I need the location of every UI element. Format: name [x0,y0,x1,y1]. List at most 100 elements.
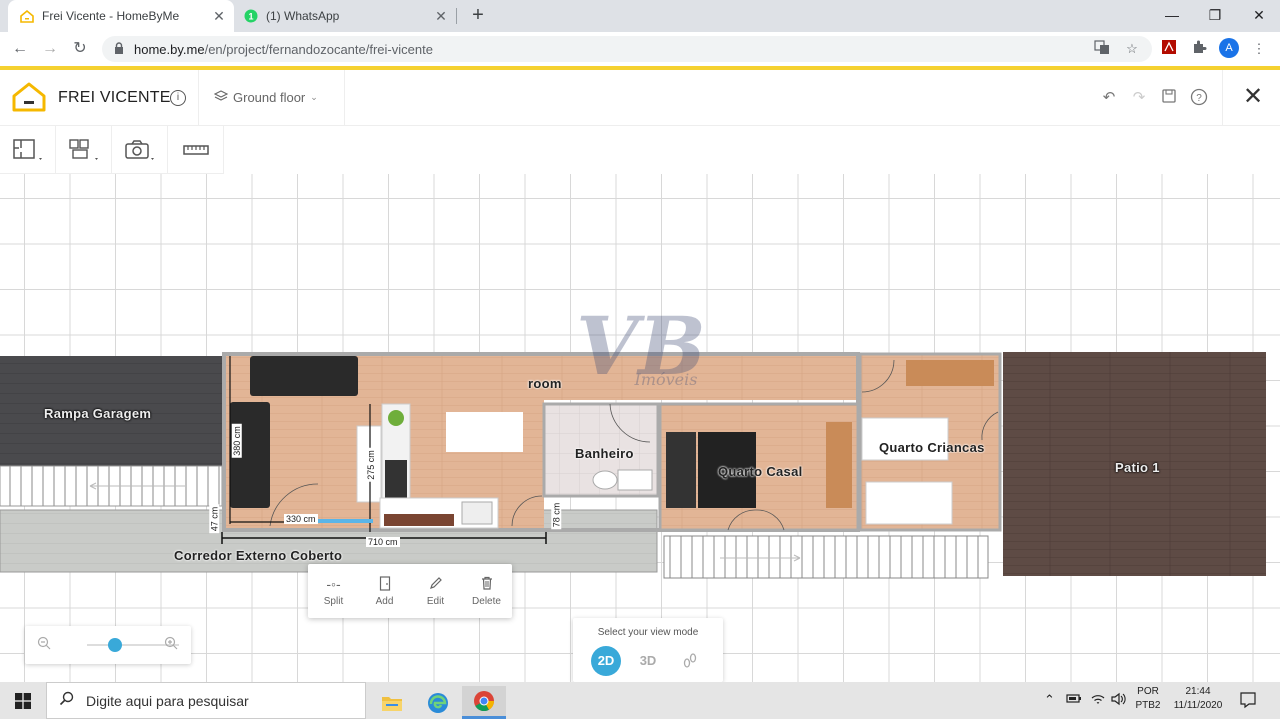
tray-overflow-chevron-icon[interactable]: ⌃ [1044,692,1055,708]
notification-center-icon[interactable] [1238,690,1258,710]
draw-walls-tool[interactable] [0,126,56,174]
input-language[interactable]: POR PTB2 [1134,685,1162,713]
zoom-in-icon[interactable] [162,636,180,654]
undo-icon[interactable]: ↶ [1099,88,1119,108]
view-mode-panel: Select your view mode 2D 3D [573,618,723,682]
header-divider [344,70,345,126]
measure-tool[interactable] [168,126,224,174]
browser-toolbar: ← → ↻ home.by.me/en/project/fernandozoca… [0,32,1280,66]
dimension-label: 710 cm [366,537,400,547]
dimension-label: 275 cm [365,448,376,482]
zoom-out-icon[interactable] [35,636,53,654]
system-clock[interactable]: 21:44 11/11/2020 [1168,685,1228,713]
language-code: POR [1137,686,1159,697]
view-3d-button[interactable]: 3D [633,646,663,676]
ruler-icon [183,145,209,155]
keyboard-layout: PTB2 [1135,700,1161,711]
chrome-menu-icon[interactable]: ⋮ [1249,39,1269,59]
info-icon[interactable]: i [170,90,186,106]
close-window-button[interactable]: ✕ [1245,4,1273,26]
tab-separator [456,8,457,24]
app-header: FREI VICENTE i Ground floor ⌄ ↶ ↷ ? ✕ [0,70,1280,126]
battery-icon[interactable] [1066,692,1082,707]
profile-avatar[interactable]: A [1219,38,1239,58]
room-label-patio[interactable]: Patio 1 [1115,460,1160,475]
windows-taskbar: Digite aqui para pesquisar ⌃ POR PTB2 21… [0,682,1280,719]
camera-tool[interactable] [112,126,168,174]
close-editor-icon[interactable]: ✕ [1240,84,1266,110]
help-icon[interactable]: ? [1189,88,1209,108]
dimension-label: 330 cm [284,514,318,524]
bookmark-star-icon[interactable]: ☆ [1122,39,1142,59]
lock-icon [114,41,124,57]
pdf-extension-icon[interactable] [1159,39,1179,59]
floor-label: Ground floor [233,90,306,105]
split-button[interactable]: -◦- Split [308,564,359,618]
add-door-icon [379,575,391,592]
clock-time: 21:44 [1185,686,1211,697]
file-explorer-icon[interactable] [370,686,414,719]
room-label-banheiro[interactable]: Banheiro [575,446,634,461]
tab-homebyme[interactable]: Frei Vicente - HomeByMe ✕ [8,0,234,32]
dimension-label: 47 cm [209,504,220,534]
tab-title: (1) WhatsApp [266,9,340,23]
volume-icon[interactable] [1110,692,1128,709]
dimension-label: 78 cm [551,500,562,530]
floorplan-canvas[interactable]: Rampa Garagem room Banheiro Quarto Casal… [0,174,1280,682]
clock-date: 11/11/2020 [1173,700,1223,711]
zoom-slider-handle[interactable] [107,638,122,652]
taskbar-search-box[interactable]: Digite aqui para pesquisar [46,682,366,719]
windows-start-icon[interactable] [0,682,46,719]
walkthrough-footsteps-icon[interactable] [675,646,705,676]
delete-button[interactable]: Delete [461,564,512,618]
save-icon[interactable] [1159,88,1179,108]
redo-icon[interactable]: ↷ [1129,88,1149,108]
header-divider [198,70,199,126]
minimize-window-button[interactable]: — [1158,4,1186,26]
tab-title: Frei Vicente - HomeByMe [42,9,180,23]
floor-selector[interactable]: Ground floor ⌄ [213,90,318,105]
room-label-quarto-criancas[interactable]: Quarto Criancas [879,440,985,455]
whatsapp-favicon-icon: 1 [244,9,258,23]
translate-icon[interactable] [1092,39,1112,59]
wall-context-menu: -◦- Split Add Edit Delete [308,564,512,618]
edit-label: Edit [426,595,445,607]
view-2d-button[interactable]: 2D [591,646,621,676]
chrome-browser-icon[interactable] [462,686,506,719]
url-path: /en/project/fernandozocante/frei-vicente [204,41,433,57]
pencil-icon [429,576,443,592]
search-icon [59,691,74,710]
new-tab-button[interactable]: + [466,4,490,28]
url-host: home.by.me [134,41,205,57]
back-button[interactable]: ← [9,38,31,60]
delete-label: Delete [472,595,501,607]
split-icon: -◦- [326,575,341,592]
svg-text:?: ? [1196,93,1202,104]
close-tab-icon[interactable]: ✕ [208,8,230,25]
wifi-icon[interactable] [1090,692,1106,709]
editor-toolbar [0,126,224,174]
add-button[interactable]: Add [359,564,410,618]
header-divider [1222,70,1223,126]
reload-button[interactable]: ↻ [69,38,91,60]
zoom-control [25,626,191,664]
address-bar[interactable]: home.by.me/en/project/fernandozocante/fr… [102,36,1152,62]
edit-button[interactable]: Edit [410,564,461,618]
forward-button[interactable]: → [39,38,61,60]
dimension-label: 380 cm [231,424,242,458]
project-title[interactable]: FREI VICENTE [58,89,171,107]
tab-whatsapp[interactable]: 1 (1) WhatsApp ✕ [234,0,456,32]
chevron-down-icon: ⌄ [310,92,318,102]
homebyme-logo-icon[interactable] [12,82,46,112]
extensions-puzzle-icon[interactable] [1189,39,1209,59]
edge-browser-icon[interactable] [416,686,460,719]
maximize-window-button[interactable]: ❐ [1201,4,1229,26]
view-mode-label: Select your view mode [597,627,699,638]
furniture-tool[interactable] [56,126,112,174]
room-label-quarto-casal[interactable]: Quarto Casal [718,464,803,479]
room-label-rampa-garagem[interactable]: Rampa Garagem [44,406,151,421]
room-label-corredor[interactable]: Corredor Externo Coberto [174,548,342,563]
camera-icon [124,140,154,160]
add-label: Add [375,595,394,607]
close-tab-icon[interactable]: ✕ [430,8,452,25]
